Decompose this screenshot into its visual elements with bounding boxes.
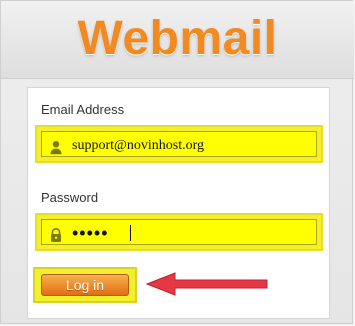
user-icon [50,141,62,155]
email-field-highlight: support@novinhost.org [35,125,323,163]
password-input[interactable]: ••••• [41,219,317,245]
email-value: support@novinhost.org [72,138,205,153]
password-value: ••••• [72,223,109,243]
password-label: Password [41,190,99,205]
text-caret [130,225,131,241]
email-label: Email Address [41,102,125,117]
password-field-highlight: ••••• [35,213,323,251]
email-input[interactable]: support@novinhost.org [41,131,317,157]
login-button[interactable]: Log in [41,274,129,296]
webmail-logo: Webmail [77,12,278,65]
arrow-left-icon [145,272,268,296]
lock-icon [51,227,61,242]
webmail-login-window: Webmail Email Address support@novinhost.… [0,0,354,324]
login-button-highlight: Log in [33,267,137,303]
header: Webmail [1,1,354,79]
